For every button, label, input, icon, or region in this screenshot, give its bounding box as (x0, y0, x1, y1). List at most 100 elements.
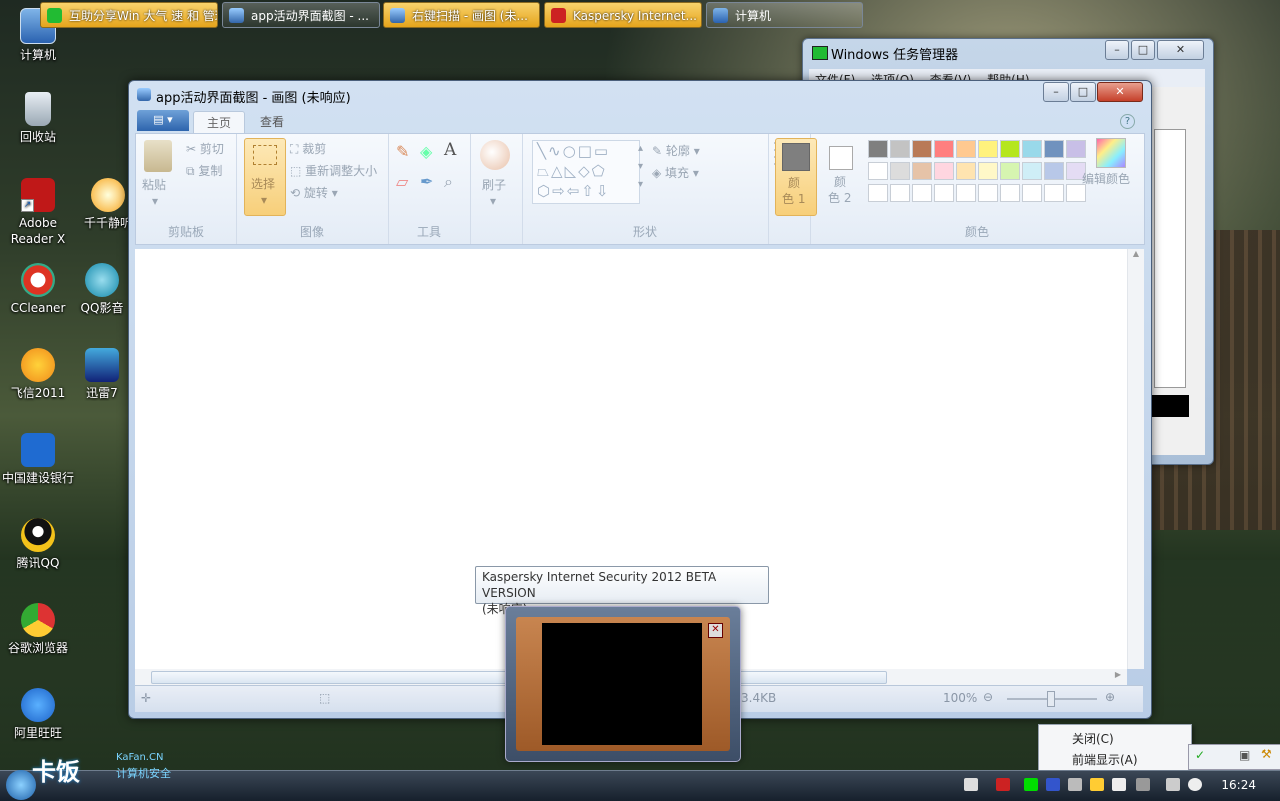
palette-swatch[interactable] (1044, 140, 1064, 158)
palette-swatch[interactable] (868, 140, 888, 158)
shape-polygon-icon[interactable]: ⏢ (537, 162, 551, 180)
file-menu-button[interactable]: ▤ ▾ (137, 110, 189, 131)
volume-icon[interactable] (1188, 778, 1202, 791)
palette-swatch[interactable] (1022, 184, 1042, 202)
eraser-icon[interactable]: ▱ (396, 172, 408, 191)
select-button[interactable]: 选择 ▾ (244, 138, 286, 216)
help-icon[interactable]: ? (1120, 114, 1135, 129)
network-icon[interactable] (1136, 778, 1150, 791)
zoom-out-icon[interactable]: ⊖ (983, 690, 993, 704)
ime-keyboard-icon[interactable]: ▣ (1239, 748, 1250, 762)
palette-swatch[interactable] (956, 140, 976, 158)
shape-rectangle-icon[interactable]: □ (578, 142, 594, 160)
shape-diamond-icon[interactable]: ◇ (578, 162, 592, 180)
shape-pentagon-icon[interactable]: ⬠ (592, 162, 607, 180)
ime-toolbar[interactable]: ✓ ▣ ⚒ (1188, 744, 1280, 770)
desktop-icon-qq[interactable]: 腾讯QQ (2, 518, 74, 571)
rotate-button[interactable]: ⟲ 旋转 ▾ (290, 184, 338, 201)
palette-swatch[interactable] (1044, 162, 1064, 180)
desktop-icon-fetion[interactable]: 飞信2011 (2, 348, 74, 401)
zoom-in-icon[interactable]: ⊕ (1105, 690, 1115, 704)
palette-swatch[interactable] (978, 184, 998, 202)
palette-swatch[interactable] (956, 184, 976, 202)
app-tray-icon[interactable] (1046, 778, 1060, 791)
shapes-scroll-icon[interactable]: ▴ ▾ ▾ (638, 140, 643, 194)
color1-button[interactable]: 颜色 1 (775, 138, 817, 216)
shape-arrow-up-icon[interactable]: ⇧ (581, 182, 596, 200)
minimize-button[interactable]: – (1105, 40, 1129, 60)
kaspersky-tray-icon[interactable] (996, 778, 1010, 791)
fill-bucket-icon[interactable]: ◈ (420, 142, 432, 161)
desktop-icon-chrome[interactable]: 谷歌浏览器 (2, 603, 74, 656)
edit-colors-button[interactable]: 编辑颜色 (1082, 170, 1130, 187)
desktop-icon-qqplayer[interactable]: QQ影音 (76, 263, 128, 316)
palette-swatch[interactable] (1022, 140, 1042, 158)
desktop-icon-recycle-bin[interactable]: 回收站 (2, 92, 74, 145)
palette-swatch[interactable] (1066, 140, 1086, 158)
text-tool-icon[interactable]: A (444, 140, 456, 160)
fill-button[interactable]: ◈ 填充 ▾ (652, 164, 699, 181)
shape-rounded-rect-icon[interactable]: ▭ (594, 142, 610, 160)
palette-swatch[interactable] (890, 162, 910, 180)
palette-swatch[interactable] (868, 162, 888, 180)
palette-swatch[interactable] (978, 162, 998, 180)
pencil-icon[interactable]: ✎ (396, 142, 409, 161)
palette-swatch[interactable] (978, 140, 998, 158)
scroll-right-icon[interactable]: ▶ (1115, 670, 1121, 679)
palette-swatch[interactable] (934, 140, 954, 158)
thumbnail-close-icon[interactable]: ✕ (708, 623, 723, 638)
shape-hexagon-icon[interactable]: ⬡ (537, 182, 552, 200)
palette-swatch[interactable] (934, 184, 954, 202)
desktop-icon-adobe-reader[interactable]: ↗ Adobe Reader X (2, 178, 74, 247)
close-button[interactable]: ✕ (1097, 82, 1143, 102)
paste-button[interactable]: 粘贴 (142, 176, 166, 193)
scroll-up-icon[interactable]: ▲ (1128, 249, 1144, 258)
shape-right-triangle-icon[interactable]: ◺ (565, 162, 579, 180)
taskbar-item-computer[interactable]: 计算机 (706, 2, 863, 28)
close-button[interactable]: ✕ (1157, 40, 1204, 60)
tab-view[interactable]: 查看 (247, 111, 297, 133)
tab-home[interactable]: 主页 (193, 111, 245, 134)
zoom-slider-thumb[interactable] (1047, 691, 1055, 707)
minimize-button[interactable]: – (1043, 82, 1069, 102)
vertical-scrollbar[interactable]: ▲ (1127, 249, 1144, 669)
magnifier-icon[interactable]: ⌕ (444, 172, 453, 192)
taskbar-thumbnail-preview[interactable]: ✕ (505, 606, 741, 762)
desktop-icon-aliwangwang[interactable]: 阿里旺旺 (2, 688, 74, 741)
shape-curve-icon[interactable]: ∿ (548, 142, 563, 160)
taskbar-item-paint-1[interactable]: app活动界面截图 - ... (222, 2, 380, 28)
shape-arrow-left-icon[interactable]: ⇦ (567, 182, 582, 200)
brushes-button[interactable]: 刷子 (482, 176, 506, 193)
desktop-icon-ccleaner[interactable]: CCleaner (2, 263, 74, 316)
process-list[interactable] (1154, 129, 1186, 388)
palette-swatch[interactable] (1000, 184, 1020, 202)
color-picker-icon[interactable]: ✒ (420, 172, 433, 191)
shape-line-icon[interactable]: ╲ (537, 142, 548, 160)
qq-tray-icon[interactable] (1090, 778, 1104, 791)
menu-item-close[interactable]: 关闭(C) (1039, 725, 1191, 746)
shape-triangle-icon[interactable]: △ (551, 162, 565, 180)
desktop-icon-ccb[interactable]: 中国建设银行 (2, 433, 74, 486)
taskbar-item-paint-2[interactable]: 右键扫描 - 画图 (未... (383, 2, 540, 28)
shapes-gallery[interactable]: ╲∿○□▭ ⏢△◺◇⬠ ⬡⇨⇦⇧⇩ (532, 140, 640, 204)
taskbar-item-task-manager[interactable]: 互助分享Win 大气 速 和 管理器 (40, 2, 218, 28)
palette-swatch[interactable] (890, 184, 910, 202)
color2-button[interactable]: 颜色 2 (822, 138, 862, 214)
palette-swatch[interactable] (912, 184, 932, 202)
copy-button[interactable]: ⧉ 复制 (186, 162, 222, 179)
monitor-icon[interactable] (1068, 778, 1082, 791)
palette-swatch[interactable] (912, 162, 932, 180)
ime-settings-icon[interactable]: ⚒ (1261, 747, 1272, 761)
usb-icon[interactable] (1112, 778, 1126, 791)
resize-button[interactable]: ⬚ 重新调整大小 (290, 162, 377, 179)
clock[interactable]: 16:24 (1221, 778, 1256, 792)
palette-swatch[interactable] (890, 140, 910, 158)
shape-arrow-right-icon[interactable]: ⇨ (552, 182, 567, 200)
palette-swatch[interactable] (1044, 184, 1064, 202)
network-signal-icon[interactable] (1166, 778, 1180, 791)
keyboard-icon[interactable] (964, 778, 978, 791)
maximize-button[interactable]: □ (1070, 82, 1096, 102)
shape-oval-icon[interactable]: ○ (563, 142, 578, 160)
maximize-button[interactable]: □ (1131, 40, 1155, 60)
outline-button[interactable]: ✎ 轮廓 ▾ (652, 142, 700, 159)
